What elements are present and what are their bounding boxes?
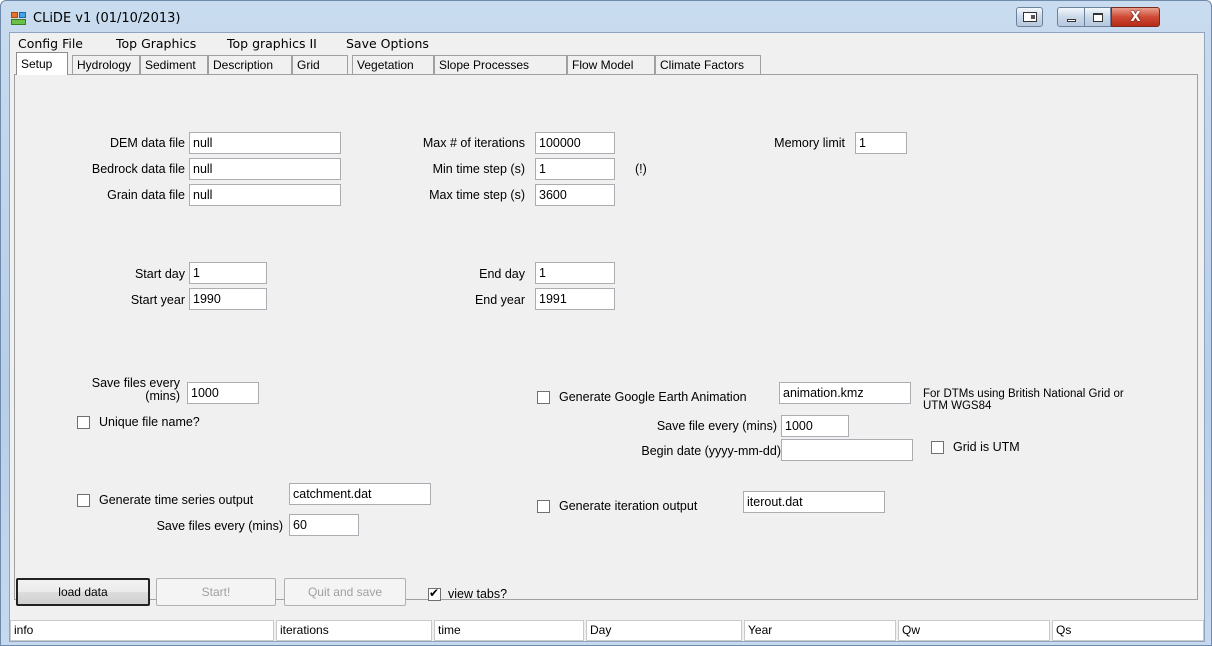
bedrock-file-input[interactable]: null [189,158,341,180]
close-button[interactable]: X [1111,7,1160,27]
bedrock-file-label: Bedrock data file [91,162,185,176]
google-earth-animation-input[interactable]: animation.kmz [779,382,911,404]
unique-file-name-checkbox[interactable] [77,416,90,429]
tab-strip: Setup Hydrology Sediment Description Gri… [14,52,1204,75]
save-files-every-label-line1: Save files every [91,376,180,390]
min-time-step-warning: (!) [635,162,647,176]
start-button[interactable]: Start! [156,578,276,606]
window-app-icon [1022,12,1037,22]
tab-grid[interactable]: Grid [292,55,348,74]
dem-file-input[interactable]: null [189,132,341,154]
minimize-button[interactable] [1057,7,1085,27]
status-qw: Qw [898,620,1050,641]
status-day: Day [586,620,742,641]
iteration-output-label: Generate iteration output [559,499,698,513]
start-day-input[interactable]: 1 [189,262,267,284]
start-day-label: Start day [134,267,185,281]
tab-description[interactable]: Description [208,55,292,74]
time-series-output-label: Generate time series output [99,493,254,507]
grain-file-label: Grain data file [107,188,185,202]
end-year-input[interactable]: 1991 [535,288,615,310]
time-series-output-input[interactable]: catchment.dat [289,483,431,505]
google-earth-animation-checkbox[interactable] [537,391,550,404]
google-earth-note: For DTMs using British National Grid or … [923,388,1124,412]
window-extra-button[interactable] [1016,7,1043,27]
save-files-every-label-line2: (mins) [145,389,180,403]
app-icon [11,12,27,26]
tab-flow-model[interactable]: Flow Model [567,55,655,74]
grid-is-utm-checkbox[interactable] [931,441,944,454]
google-earth-note-line1: For DTMs using British National Grid or [923,388,1124,400]
maximize-icon [1092,12,1103,22]
memory-limit-label: Memory limit [774,136,845,150]
tab-vegetation[interactable]: Vegetation [352,55,434,74]
quit-and-save-button[interactable]: Quit and save [284,578,406,606]
end-year-label: End year [474,293,525,307]
save-file-every-input[interactable]: 1000 [781,415,849,437]
status-qs: Qs [1052,620,1204,641]
time-series-save-input[interactable]: 60 [289,514,359,536]
client-area: Config File Top Graphics Top graphics II… [9,32,1205,642]
start-year-input[interactable]: 1990 [189,288,267,310]
max-time-step-label: Max time step (s) [429,188,525,202]
max-iterations-input[interactable]: 100000 [535,132,615,154]
view-tabs-checkbox[interactable] [428,586,441,601]
google-earth-note-line2: UTM WGS84 [923,400,992,412]
menu-config-file[interactable]: Config File [18,36,83,51]
max-time-step-input[interactable]: 3600 [535,184,615,206]
begin-date-label: Begin date (yyyy-mm-dd) [641,444,781,458]
grain-file-input[interactable]: null [189,184,341,206]
dem-file-label: DEM data file [109,136,185,150]
close-icon: X [1130,9,1141,25]
save-files-every-label: Save files every (mins) [55,377,180,403]
window-title: CLiDE v1 (01/10/2013) [33,11,181,26]
menu-top-graphics[interactable]: Top Graphics [116,36,196,51]
minimize-icon [1066,18,1076,22]
max-iterations-label: Max # of iterations [422,136,525,150]
end-day-label: End day [479,267,525,281]
time-series-output-checkbox[interactable] [77,494,90,507]
min-time-step-input[interactable]: 1 [535,158,615,180]
menu-save-options[interactable]: Save Options [346,36,429,51]
unique-file-name-label: Unique file name? [99,415,200,429]
iteration-output-checkbox[interactable] [537,500,550,513]
view-tabs-label: view tabs? [448,587,508,601]
maximize-button[interactable] [1084,7,1111,27]
tab-setup[interactable]: Setup [16,52,68,75]
status-year: Year [744,620,896,641]
iteration-output-input[interactable]: iterout.dat [743,491,885,513]
setup-tab-page: DEM data file null Bedrock data file nul… [14,74,1198,600]
menu-bar: Config File Top Graphics Top graphics II… [10,33,1204,53]
google-earth-animation-label: Generate Google Earth Animation [559,390,747,404]
status-time: time [434,620,584,641]
begin-date-input[interactable] [781,439,913,461]
grid-is-utm-label: Grid is UTM [953,440,1020,454]
save-file-every-label: Save file every (mins) [656,419,777,433]
tab-slope-processes[interactable]: Slope Processes [434,55,567,74]
app-window: CLiDE v1 (01/10/2013) X Config File Top … [0,0,1212,646]
tab-hydrology[interactable]: Hydrology [72,55,140,74]
start-year-label: Start year [130,293,185,307]
status-info: info [10,620,274,641]
tab-sediment[interactable]: Sediment [140,55,208,74]
status-bar: info iterations time Day Year Qw Qs [10,617,1204,641]
memory-limit-input[interactable]: 1 [855,132,907,154]
end-day-input[interactable]: 1 [535,262,615,284]
min-time-step-label: Min time step (s) [432,162,525,176]
time-series-save-label: Save files every (mins) [156,519,283,533]
menu-top-graphics-ii[interactable]: Top graphics II [227,36,317,51]
status-iterations: iterations [276,620,432,641]
tab-climate-factors[interactable]: Climate Factors [655,55,761,74]
load-data-button[interactable]: load data [16,578,150,606]
save-files-every-input[interactable]: 1000 [187,382,259,404]
